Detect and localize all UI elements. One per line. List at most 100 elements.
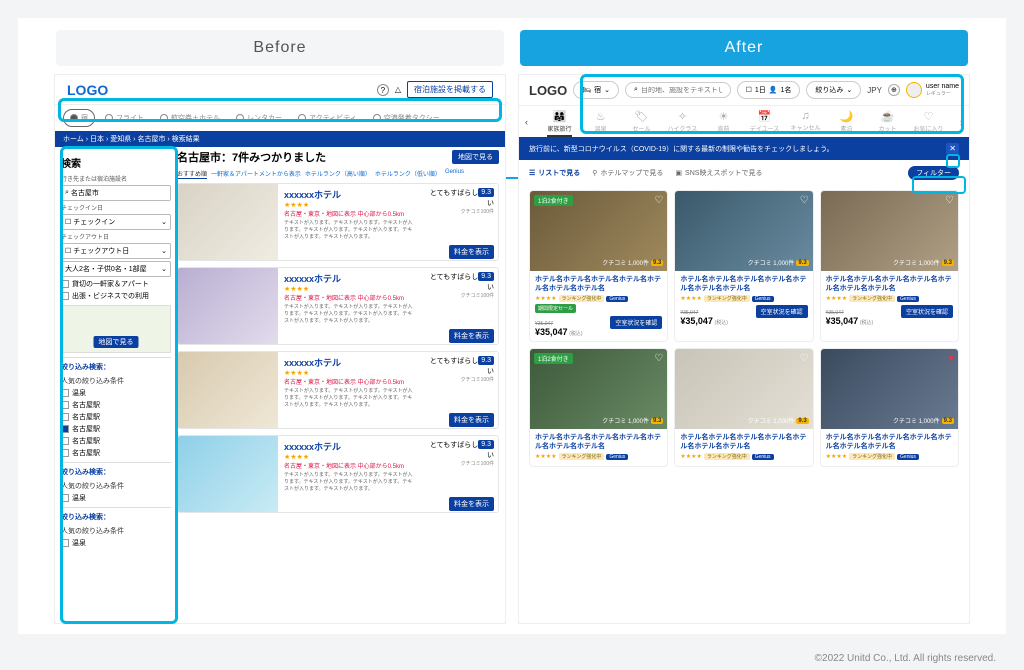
heart-icon[interactable]: ♡ (800, 353, 809, 364)
bell-icon[interactable]: △ (395, 85, 401, 94)
filter-item[interactable]: 温泉 (61, 388, 171, 398)
guests-input[interactable]: 大人2名・子供0名・1部屋⌄ (61, 261, 171, 277)
currency[interactable]: JPY (867, 86, 882, 95)
show-price-button[interactable]: 料金を表示 (449, 413, 494, 427)
chevron-right-icon[interactable]: › (960, 117, 963, 127)
result-card[interactable]: xxxxxxホテル ★★★★ 名古屋・東京・地図に表示 中心部から0.5km テ… (177, 435, 499, 513)
filter-item[interactable]: 名古屋駅 (61, 412, 171, 422)
view-list[interactable]: ☰リストで見る (529, 168, 580, 178)
tab-taxi[interactable]: 空港発着タクシー (367, 109, 446, 127)
result-card[interactable]: xxxxxxホテル ★★★★ 名古屋・東京・地図に表示 中心部から0.5km テ… (177, 267, 499, 345)
breadcrumb: ホーム › 日本 › 愛知県 › 名古屋市 › 検索結果 (55, 131, 505, 147)
avatar (906, 82, 922, 98)
heart-icon[interactable]: ♡ (654, 195, 663, 206)
sort-item[interactable]: おすすめ順 (177, 169, 207, 179)
tab-flight-hotel[interactable]: 航空券＋ホテル (154, 109, 226, 127)
show-price-button[interactable]: 料金を表示 (449, 245, 494, 259)
heart-icon[interactable]: ♡ (654, 353, 663, 364)
hotel-name: ホテル名ホテル名ホテル名ホテル名ホテル名ホテル名ホテル名 (680, 275, 807, 293)
checkout-input[interactable]: ☐チェックアウト日⌄ (61, 243, 171, 259)
sidebar-map[interactable]: 地図で見る (61, 305, 171, 353)
date-guests-pill[interactable]: ☐1日 👤1名 (737, 81, 801, 99)
hotel-name: ホテル名ホテル名ホテル名ホテル名ホテル名ホテル名ホテル名 (535, 433, 662, 451)
filter-item[interactable]: 名古屋駅 (61, 400, 171, 410)
map-button[interactable]: 地図で見る (94, 336, 139, 348)
filter-item[interactable]: 名古屋駅 (61, 424, 171, 434)
show-price-button[interactable]: 料金を表示 (449, 329, 494, 343)
tab-stay[interactable]: 宿 (63, 109, 95, 127)
filter-item[interactable]: 名古屋駅 (61, 436, 171, 446)
category-素泊[interactable]: 🌙素泊 (826, 110, 867, 133)
category-キャンセル[interactable]: ♫キャンセル (785, 110, 826, 133)
hotel-card[interactable]: 1泊2食付き ♡ クチコミ 1,000件9.3 ホテル名ホテル名ホテル名ホテル名… (529, 190, 668, 342)
search-input[interactable] (641, 87, 722, 94)
filter-item[interactable]: 温泉 (61, 538, 171, 548)
chevron-left-icon[interactable]: ‹ (525, 117, 528, 127)
hotel-card[interactable]: ♡ クチコミ 1,000件9.3 ホテル名ホテル名ホテル名ホテル名ホテル名ホテル… (674, 190, 813, 342)
results-map-button[interactable]: 地図で見る (452, 150, 499, 164)
tab-flight[interactable]: フライト (99, 109, 150, 127)
category-お気に入り[interactable]: ♡お気に入り (908, 110, 949, 133)
review-overlay: クチコミ 1,000件9.3 (748, 258, 809, 267)
category-カット[interactable]: ☕カット (867, 110, 908, 133)
result-card[interactable]: xxxxxxホテル ★★★★ 名古屋・東京・地図に表示 中心部から0.5km テ… (177, 183, 499, 261)
category-デイユース[interactable]: 📅 デイユース (744, 110, 785, 133)
availability-button[interactable]: 空室状況を確認 (901, 305, 953, 318)
view-map[interactable]: ⚲ホテルマップで見る (592, 168, 663, 178)
filter-button[interactable]: フィルター (908, 166, 959, 180)
result-card[interactable]: xxxxxxホテル ★★★★ 名古屋・東京・地図に表示 中心部から0.5km テ… (177, 351, 499, 429)
sort-item[interactable]: 一軒家＆アパートメントから表示 (211, 169, 301, 179)
review-count: クチコミ100件 (424, 376, 494, 383)
sort-item[interactable]: ホテルランク（高い順） (305, 169, 371, 179)
category-セール[interactable]: 🏷セール (621, 110, 662, 133)
filter-item[interactable]: 温泉 (61, 493, 171, 503)
category-label: 直前 (717, 127, 729, 133)
search-input-wrap[interactable]: ⌕ (625, 82, 731, 98)
hotel-name: ホテル名ホテル名ホテル名ホテル名ホテル名ホテル名ホテル名 (680, 433, 807, 451)
review-overlay: クチコミ 1,000件9.3 (748, 416, 809, 425)
globe-icon[interactable]: ⊕ (888, 84, 900, 96)
category-直前[interactable]: ☀直前 (703, 110, 744, 133)
before-tabs: 宿 フライト 航空券＋ホテル レンタカー アクティビティ 空港発着タクシー (55, 105, 505, 131)
hotel-name: ホテル名ホテル名ホテル名ホテル名ホテル名ホテル名ホテル名 (535, 275, 662, 293)
search-icon: ⌕ (65, 189, 69, 197)
trip-check-1[interactable]: 貸切の一軒家＆アパート (61, 279, 171, 289)
review-overlay: クチコミ 1,000件9.3 (602, 258, 663, 267)
category-pill[interactable]: 🛏宿⌄ (573, 81, 619, 99)
sort-item[interactable]: ホテルランク（低い順） (375, 169, 441, 179)
checkin-input[interactable]: ☐チェックイン⌄ (61, 214, 171, 230)
chevron-down-icon: ⌄ (846, 86, 852, 94)
hotel-card[interactable]: ♡ クチコミ 1,000件9.3 ホテル名ホテル名ホテル名ホテル名ホテル名ホテル… (820, 190, 959, 342)
category-icon: 📅 (744, 110, 785, 123)
show-price-button[interactable]: 料金を表示 (449, 497, 494, 511)
category-icon: 🏷 (621, 110, 662, 123)
hotel-image: ♡ クチコミ 1,000件9.3 (675, 191, 812, 271)
view-sns[interactable]: ▣SNS映えスポットで見る (675, 168, 762, 178)
heart-icon[interactable]: ♡ (800, 195, 809, 206)
hotel-card[interactable]: ♥ クチコミ 1,000件9.3 ホテル名ホテル名ホテル名ホテル名ホテル名ホテル… (820, 348, 959, 467)
search-heading: 検索 (61, 155, 171, 170)
category-家族旅行[interactable]: 👨‍👩‍👧家族旅行 (539, 110, 580, 133)
list-property-button[interactable]: 宿泊施設を掲載する (407, 81, 493, 98)
hotel-card[interactable]: ♡ クチコミ 1,000件9.3 ホテル名ホテル名ホテル名ホテル名ホテル名ホテル… (674, 348, 813, 467)
category-label: デイユース (750, 127, 780, 133)
availability-button[interactable]: 空室状況を確認 (610, 316, 662, 329)
user-menu[interactable]: user nameレギュラー (906, 82, 959, 98)
filter-item[interactable]: 名古屋駅 (61, 448, 171, 458)
close-icon[interactable]: ✕ (946, 143, 959, 154)
heart-icon[interactable]: ♥ (948, 353, 954, 364)
heart-icon[interactable]: ♡ (945, 195, 954, 206)
help-icon[interactable]: ? (377, 84, 389, 96)
tab-car[interactable]: レンタカー (230, 109, 288, 127)
sort-item[interactable]: Genius (445, 169, 464, 179)
tab-activity[interactable]: アクティビティ (292, 109, 363, 127)
availability-button[interactable]: 空室状況を確認 (756, 305, 808, 318)
result-title: xxxxxxホテル (284, 188, 414, 201)
category-温泉[interactable]: ♨温泉 (580, 110, 621, 133)
hotel-card[interactable]: 1泊2食付き ♡ クチコミ 1,000件9.3 ホテル名ホテル名ホテル名ホテル名… (529, 348, 668, 467)
trip-check-2[interactable]: 出張・ビジネスでの利用 (61, 291, 171, 301)
destination-input[interactable]: ⌕名古屋市 (61, 185, 171, 201)
sort-bar: おすすめ順 一軒家＆アパートメントから表示 ホテルランク（高い順） ホテルランク… (177, 169, 499, 179)
category-ハイクラス[interactable]: ✧ハイクラス (662, 110, 703, 133)
refine-pill[interactable]: 絞り込み⌄ (806, 81, 861, 99)
